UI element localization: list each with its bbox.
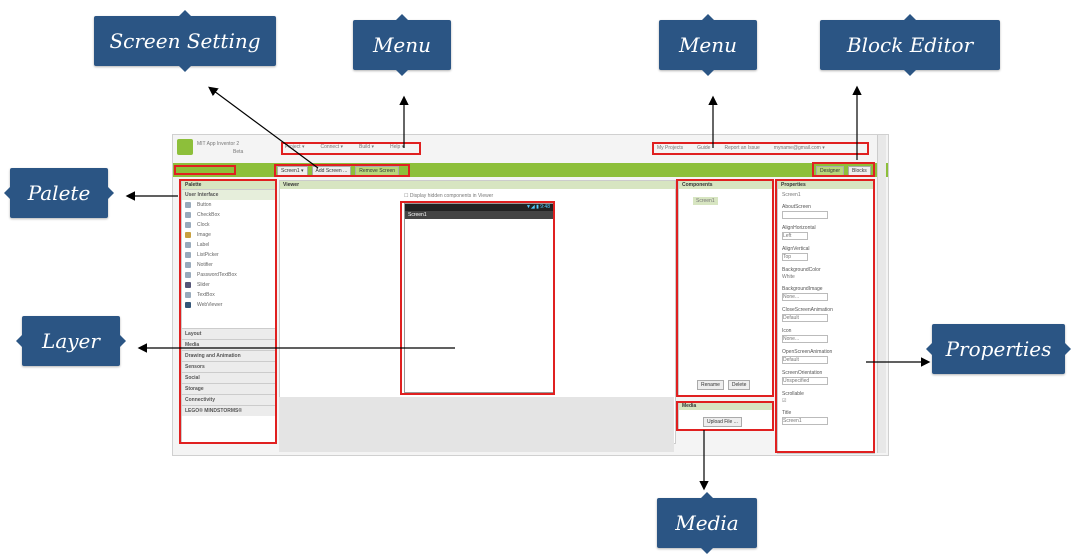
arrows-layer (125, 85, 931, 491)
arrow-screen-setting (208, 86, 319, 169)
